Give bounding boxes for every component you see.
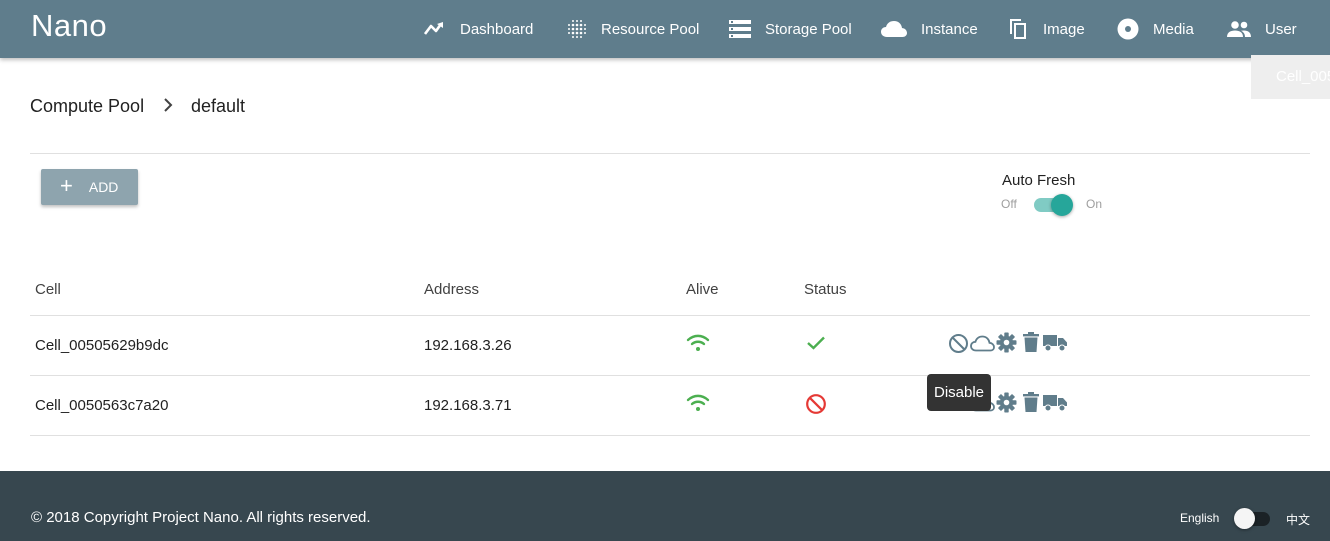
gear-icon[interactable] [996, 332, 1017, 353]
storage-icon [729, 20, 751, 38]
brand-logo[interactable]: Nano [31, 8, 107, 44]
nav-media-label: Media [1153, 20, 1194, 38]
divider [30, 153, 1310, 154]
table-divider [30, 435, 1310, 436]
auto-fresh-on-label: On [1086, 197, 1103, 211]
footer: © 2018 Copyright Project Nano. All right… [0, 471, 1330, 541]
nav-image[interactable]: Image [1007, 0, 1085, 58]
block-icon [806, 394, 826, 414]
check-icon [807, 336, 825, 350]
nav-storage-pool-label: Storage Pool [765, 20, 852, 38]
cloud-icon [881, 21, 907, 37]
language-chinese-label: 中文 [1286, 513, 1311, 527]
disc-icon [1117, 18, 1139, 40]
cell-address: 192.168.3.71 [424, 397, 512, 414]
disable-icon[interactable] [948, 333, 969, 354]
people-icon [1227, 21, 1251, 37]
cloud-icon[interactable] [970, 335, 995, 352]
column-header-address: Address [424, 281, 480, 298]
chevron-right-icon [164, 98, 173, 112]
nav-resource-pool-label: Resource Pool [601, 20, 700, 38]
cell-name[interactable]: Cell_0050563c7a20 [35, 397, 168, 414]
nav-user[interactable]: User [1227, 0, 1297, 58]
auto-fresh-off-label: Off [1001, 197, 1017, 211]
cell-name[interactable]: Cell_00505629b9dc [35, 337, 168, 354]
truck-icon[interactable] [1043, 394, 1067, 412]
column-header-status: Status [804, 281, 847, 298]
trash-icon[interactable] [1023, 332, 1039, 352]
truck-icon[interactable] [1043, 334, 1067, 352]
grid-dots-icon [568, 20, 586, 38]
copy-icon [1010, 19, 1026, 39]
gear-icon[interactable] [996, 392, 1017, 413]
wifi-icon [686, 394, 710, 411]
auto-fresh-toggle-knob[interactable] [1051, 194, 1073, 216]
breadcrumb-current: default [191, 96, 246, 116]
nav-resource-pool[interactable]: Resource Pool [567, 0, 699, 58]
language-english-label: English [1180, 511, 1220, 525]
copyright-text: © 2018 Copyright Project Nano. All right… [31, 509, 371, 526]
table-divider [30, 375, 1310, 376]
nav-user-label: User [1265, 20, 1297, 38]
column-header-alive: Alive [686, 281, 719, 298]
add-button-label: ADD [88, 179, 119, 195]
nav-image-label: Image [1043, 20, 1085, 38]
column-header-cell: Cell [35, 281, 61, 298]
auto-fresh-label: Auto Fresh [1002, 172, 1076, 189]
wifi-icon [686, 334, 710, 351]
trash-icon[interactable] [1023, 392, 1039, 412]
nav-dashboard-label: Dashboard [460, 20, 534, 38]
nav-storage-pool[interactable]: Storage Pool [729, 0, 852, 58]
nav-dashboard[interactable]: Dashboard [424, 0, 533, 58]
top-app-bar: Nano Dashboard Resource Pool Storage Poo… [0, 0, 1330, 58]
nav-instance[interactable]: Instance [881, 0, 978, 58]
cell-address: 192.168.3.26 [424, 337, 512, 354]
trending-icon [424, 22, 443, 35]
tooltip: Disable [927, 374, 991, 411]
plus-icon: + [60, 173, 73, 198]
nav-media[interactable]: Media [1117, 0, 1194, 58]
table-divider [30, 315, 1310, 316]
notification-toast: Cell_0050 [1251, 55, 1330, 99]
add-button[interactable]: + ADD [41, 169, 138, 205]
language-toggle-knob[interactable] [1234, 508, 1255, 529]
nav-instance-label: Instance [921, 20, 978, 38]
breadcrumb-compute-pool[interactable]: Compute Pool [30, 96, 144, 117]
